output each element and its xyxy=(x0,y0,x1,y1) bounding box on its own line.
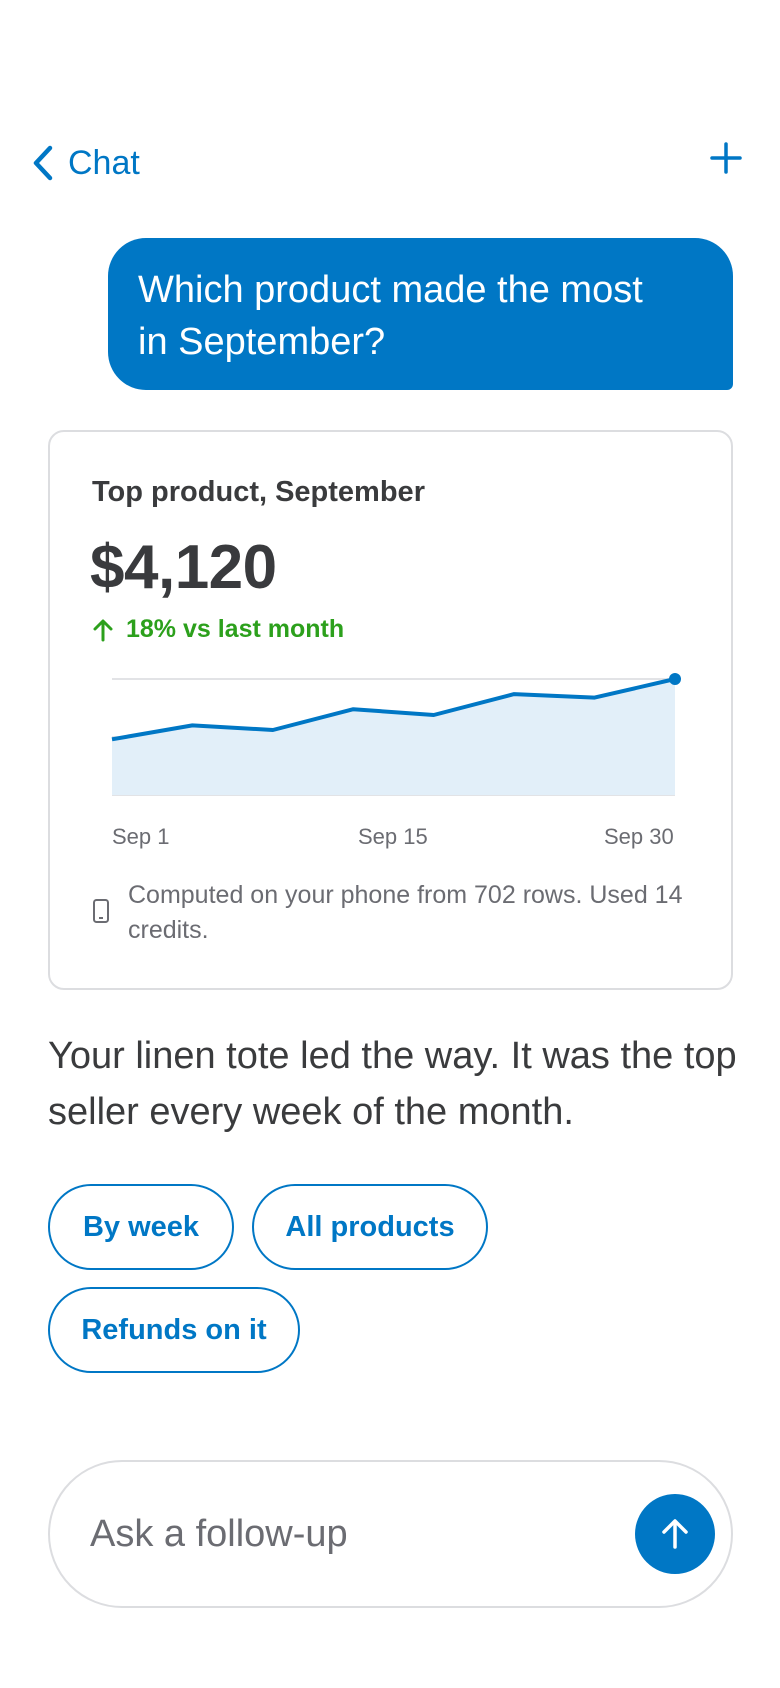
suggestion-chip-all-products[interactable]: All products xyxy=(252,1184,488,1270)
suggestion-chip-refunds[interactable]: Refunds on it xyxy=(48,1287,300,1373)
follow-up-input[interactable] xyxy=(90,1502,610,1566)
send-button[interactable] xyxy=(635,1494,715,1574)
chevron-left-icon xyxy=(33,145,53,181)
user-message-line-1: Which product made the most xyxy=(138,269,643,311)
card-value: $4,120 xyxy=(90,533,277,602)
x-tick-label-end: Sep 30 xyxy=(604,824,674,849)
user-message-bubble: Which product made the most in September… xyxy=(108,238,733,390)
phone-icon xyxy=(93,899,109,923)
result-card: Top product, September $4,120 18% vs las… xyxy=(48,430,733,990)
composer xyxy=(48,1460,733,1608)
trend-chart xyxy=(111,673,681,796)
x-tick-label-start: Sep 1 xyxy=(112,824,170,849)
x-tick-label-mid: Sep 15 xyxy=(358,824,428,849)
top-nav: Chat xyxy=(0,128,780,198)
assistant-answer: Your linen tote led the way. It was the … xyxy=(48,1035,737,1133)
back-button[interactable]: Chat xyxy=(30,138,140,188)
delta-text: 18% vs last month xyxy=(126,615,345,643)
back-label: Chat xyxy=(68,143,140,182)
chart-point xyxy=(669,673,681,685)
delta-badge: 18% vs last month xyxy=(92,615,344,644)
computation-footnote: Computed on your phone from 702 rows. Us… xyxy=(92,878,702,948)
plus-icon[interactable] xyxy=(708,140,744,176)
arrow-up-icon xyxy=(93,619,113,641)
arrow-up-icon xyxy=(662,1519,688,1549)
suggestion-chip-by-week[interactable]: By week xyxy=(48,1184,234,1270)
footnote-text: Computed on your phone from 702 rows. Us… xyxy=(128,881,683,944)
card-title: Top product, September xyxy=(92,476,425,508)
user-message-line-2: in September? xyxy=(138,321,386,363)
